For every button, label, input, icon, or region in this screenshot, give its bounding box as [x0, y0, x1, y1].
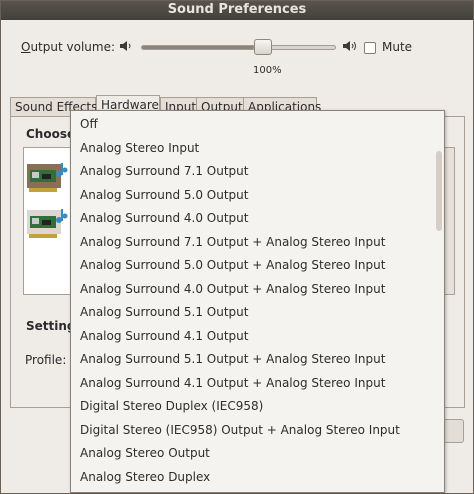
- profile-menu-item[interactable]: Analog Surround 5.0 Output: [71, 184, 444, 208]
- profile-dropdown-menu[interactable]: Off Analog Stereo Input Analog Surround 7.…: [70, 110, 445, 493]
- sound-card-icon: [27, 163, 68, 192]
- volume-slider-thumb[interactable]: [254, 39, 272, 55]
- output-volume-row: Output volume: Mute: [21, 38, 461, 58]
- sound-card-icon: [27, 209, 68, 238]
- speaker-high-icon: [343, 41, 356, 51]
- profile-menu-item[interactable]: Analog Surround 4.1 Output: [71, 325, 444, 349]
- settings-heading: Setting: [26, 319, 76, 333]
- profile-menu-item[interactable]: Analog Surround 7.1 Output: [71, 160, 444, 184]
- profile-label: Profile:: [25, 353, 67, 367]
- profile-menu-item[interactable]: Analog Stereo Duplex: [71, 466, 444, 490]
- mute-label[interactable]: Mute: [382, 40, 412, 54]
- profile-menu-item[interactable]: Analog Surround 4.0 Output + Analog Ster…: [71, 278, 444, 302]
- menu-scrollbar[interactable]: [436, 151, 442, 231]
- profile-menu-item[interactable]: Analog Surround 7.1 Output + Analog Ster…: [71, 231, 444, 255]
- output-volume-slider[interactable]: [141, 45, 336, 50]
- profile-menu-item[interactable]: Analog Surround 5.0 Output + Analog Ster…: [71, 254, 444, 278]
- profile-menu-item[interactable]: Analog Surround 4.0 Output: [71, 207, 444, 231]
- profile-menu-item[interactable]: Analog Surround 4.1 Output + Analog Ster…: [71, 372, 444, 396]
- volume-percent: 100%: [253, 65, 282, 76]
- choose-device-heading: Choose: [26, 127, 76, 141]
- mute-checkbox[interactable]: [364, 42, 376, 54]
- profile-menu-item[interactable]: Off: [71, 113, 444, 137]
- volume-fill: [142, 46, 254, 49]
- speaker-low-icon: [120, 41, 131, 51]
- profile-menu-item[interactable]: Digital Stereo (IEC958) Output + Analog …: [71, 419, 444, 443]
- profile-menu-item[interactable]: Analog Surround 5.1 Output + Analog Ster…: [71, 348, 444, 372]
- profile-menu-item[interactable]: Analog Surround 5.1 Output: [71, 301, 444, 325]
- output-volume-label: Output volume:: [21, 40, 116, 54]
- profile-menu-item[interactable]: Analog Stereo Output: [71, 442, 444, 466]
- card-list-scrollbar[interactable]: [444, 148, 454, 294]
- window-title: Sound Preferences: [1, 1, 473, 20]
- close-button[interactable]: [442, 419, 464, 443]
- profile-menu-item[interactable]: Digital Stereo Duplex (IEC958): [71, 395, 444, 419]
- profile-menu-item[interactable]: Analog Stereo Input: [71, 137, 444, 161]
